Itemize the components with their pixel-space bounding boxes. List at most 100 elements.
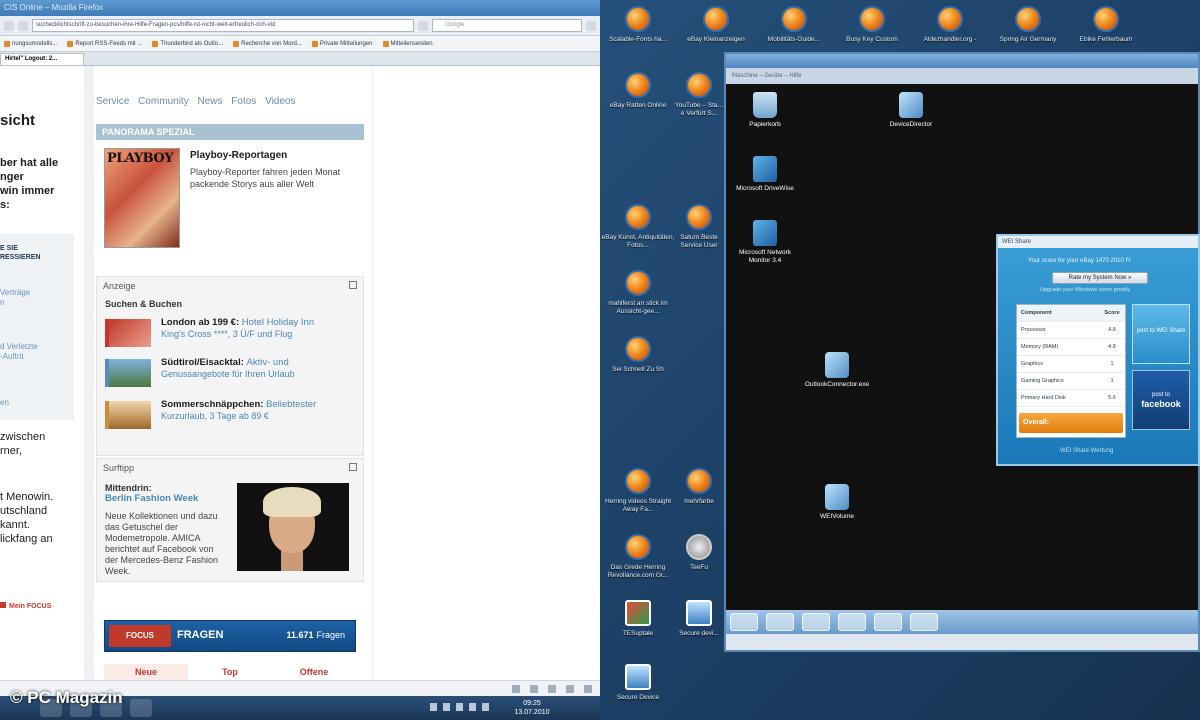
wei-rating-link[interactable]: WEI Share Wertung [1060, 448, 1113, 454]
tab-active[interactable]: Hirtel" Logout: 2... [0, 53, 84, 65]
addon-icon[interactable] [566, 685, 574, 693]
external-link-icon[interactable] [349, 463, 357, 471]
desktop-icon[interactable]: Spring Air Germany [990, 6, 1066, 44]
tab-offene[interactable]: Offene [272, 664, 356, 680]
desktop-icon[interactable]: Aldezhandler.org - [912, 6, 988, 44]
vm-menubar[interactable]: Maschine – Geräte – Hilfe [726, 68, 1198, 84]
playboy-cover-image[interactable]: PLAYBOY [104, 148, 180, 248]
related-link[interactable]: d Verletzte -Auftrit [0, 342, 38, 362]
bookmark-item[interactable]: Mitteilensenden [382, 40, 433, 47]
desktop-icon[interactable]: Scalable-Fonts ha... [600, 6, 676, 44]
bookmark-item[interactable]: Report RSS-Feeds mit ... [67, 40, 142, 47]
taskbar-clock[interactable]: 09:25 13.07.2010 [510, 699, 554, 717]
vm-icon-device-director[interactable]: DeviceDirector [876, 92, 946, 129]
reload-button[interactable] [418, 20, 428, 31]
taskbar-app-button[interactable] [130, 699, 152, 717]
vm-taskbar-button[interactable] [766, 613, 794, 631]
desktop-icon[interactable]: eBay Kleinanzeigen [678, 6, 754, 44]
topnav-community[interactable]: Community [138, 96, 189, 107]
addon-icon[interactable] [548, 685, 556, 693]
desktop-icon[interactable]: Mobilitäts-Guide... [756, 6, 832, 44]
search-input[interactable]: Google [432, 19, 582, 32]
addon-icon[interactable] [512, 685, 520, 693]
ad-item[interactable]: Südtirol/Eisacktal: Aktiv- und Genussang… [105, 355, 361, 389]
vm-icon-recycle-bin[interactable]: Papierkorb [730, 92, 800, 129]
desktop-icon[interactable]: mehrfarbe [674, 468, 724, 506]
vm-taskbar-button[interactable] [910, 613, 938, 631]
firefox-icon [686, 468, 712, 494]
vm-icon-outlook-connector[interactable]: OutlookConnector.exe [802, 352, 872, 389]
tray-icon[interactable] [456, 703, 463, 711]
desktop-icon[interactable]: Secure devi... [674, 600, 724, 638]
topnav-fotos[interactable]: Fotos [231, 96, 256, 107]
tray-icon[interactable] [430, 703, 437, 711]
rate-system-button[interactable]: Rate my System Now » [1052, 272, 1148, 284]
topnav-videos[interactable]: Videos [265, 96, 295, 107]
related-link[interactable]: Verträge n [0, 288, 30, 308]
desktop-icon[interactable]: Herring videos Straight Away Fa... [600, 468, 676, 514]
focus-fragen-banner[interactable]: FOCUS FRAGEN 11.671 Fragen [104, 620, 356, 652]
tab-neue[interactable]: Neue [104, 664, 188, 680]
desktop-icon[interactable]: eBay Kunst, Antiquitäten, Fotos... [600, 204, 676, 250]
wei-upgrade-link[interactable]: Upgrade your Windows score greatly [1040, 287, 1130, 293]
forward-button[interactable] [18, 20, 28, 31]
desktop-icon[interactable]: eBay Ratten Online [600, 72, 676, 110]
desktop-icon[interactable]: Saturn Beste Service User [674, 204, 724, 250]
vm-icon-network-monitor[interactable]: Microsoft Network Monitor 3.4 [730, 220, 800, 265]
vm-icon-wei-volume[interactable]: WEIVolume [802, 484, 872, 521]
desktop-icon[interactable]: Ebike Fehlerbaum [1068, 6, 1144, 44]
addon-icon[interactable] [530, 685, 538, 693]
mein-focus-link[interactable]: Mein FOCUS [0, 602, 51, 610]
addon-icon[interactable] [584, 685, 592, 693]
vm-start-button[interactable] [730, 613, 758, 631]
desktop-icon[interactable]: Das Grede Herring Revollance.com Gr... [600, 534, 676, 580]
bookmark-item[interactable]: Recherche von Mord... [233, 40, 302, 47]
ad-item[interactable]: London ab 199 €: Hotel Holiday Inn King'… [105, 315, 361, 349]
external-link-icon[interactable] [349, 281, 357, 289]
firefox-icon [625, 336, 651, 362]
vm-taskbar-button[interactable] [874, 613, 902, 631]
desktop-icon[interactable]: YouTube – Sta... e Verfürt S... [674, 72, 724, 118]
post-to-facebook-button[interactable]: post to facebook [1132, 370, 1190, 430]
volume-icon[interactable] [482, 703, 489, 711]
web-page: sicht ber hat alle nger win immer s: E S… [0, 66, 600, 696]
surftipp-title[interactable]: Berlin Fashion Week [105, 493, 198, 504]
vm-taskbar-button[interactable] [802, 613, 830, 631]
network-icon[interactable] [469, 703, 476, 711]
tab-top[interactable]: Top [188, 664, 272, 680]
fashion-model-image[interactable] [237, 483, 349, 571]
rss-icon [4, 40, 10, 47]
bookmark-item[interactable]: Private Mitteilungen [311, 40, 373, 47]
vm-statusbar [726, 634, 1198, 650]
url-bar[interactable]: suchecklichtschrift-zu-besuchen-ihre-Hil… [32, 19, 414, 32]
desktop-icon[interactable]: mahlferst an stick im Aussicht-gee... [600, 270, 676, 316]
ad-item[interactable]: Sommerschnäppchen: Beliebtester Kurzurla… [105, 397, 361, 431]
desktop-icon[interactable]: TeeFu [674, 534, 724, 572]
related-box-title: E SIE RESSIEREN [0, 245, 41, 261]
post-to-wei-share-button[interactable]: post to WEI Share [1132, 304, 1190, 364]
firefox-icon [625, 6, 651, 32]
vm-taskbar-button[interactable] [838, 613, 866, 631]
bookmark-item[interactable]: nungsumodells... [4, 40, 57, 47]
app-icon [753, 156, 777, 182]
desktop-icon[interactable]: TESuptale [600, 600, 676, 638]
wei-share-dialog[interactable]: WEI Share Your score for your eBay 1470 … [996, 234, 1200, 466]
wei-score-table: Component Score Processor 4.8 Memory (RAM)… [1016, 304, 1126, 438]
bookmark-item[interactable]: Thunderbird als Outlo... [152, 40, 223, 47]
tray-icon[interactable] [443, 703, 450, 711]
vm-titlebar[interactable] [726, 54, 1198, 68]
home-button[interactable] [586, 20, 596, 31]
wei-title[interactable]: WEI Share [998, 236, 1198, 248]
sidebar-column: Service Community News Fotos Videos PANO… [96, 66, 368, 696]
firefox-icon [625, 72, 651, 98]
topnav-service[interactable]: Service [96, 96, 129, 107]
desktop-icon[interactable]: Secure Device [600, 664, 676, 702]
vm-icon-drivewise[interactable]: Microsoft DriveWise [730, 156, 800, 193]
back-button[interactable] [4, 20, 14, 31]
article-headline[interactable]: sicht [0, 112, 35, 129]
playboy-title[interactable]: Playboy-Reportagen [190, 150, 287, 161]
desktop-icon[interactable]: Sei Schnell Zu Sh [600, 336, 676, 374]
topnav-news[interactable]: News [198, 96, 223, 107]
related-link[interactable]: en [0, 398, 9, 408]
desktop-icon[interactable]: Busy Key Custom [834, 6, 910, 44]
